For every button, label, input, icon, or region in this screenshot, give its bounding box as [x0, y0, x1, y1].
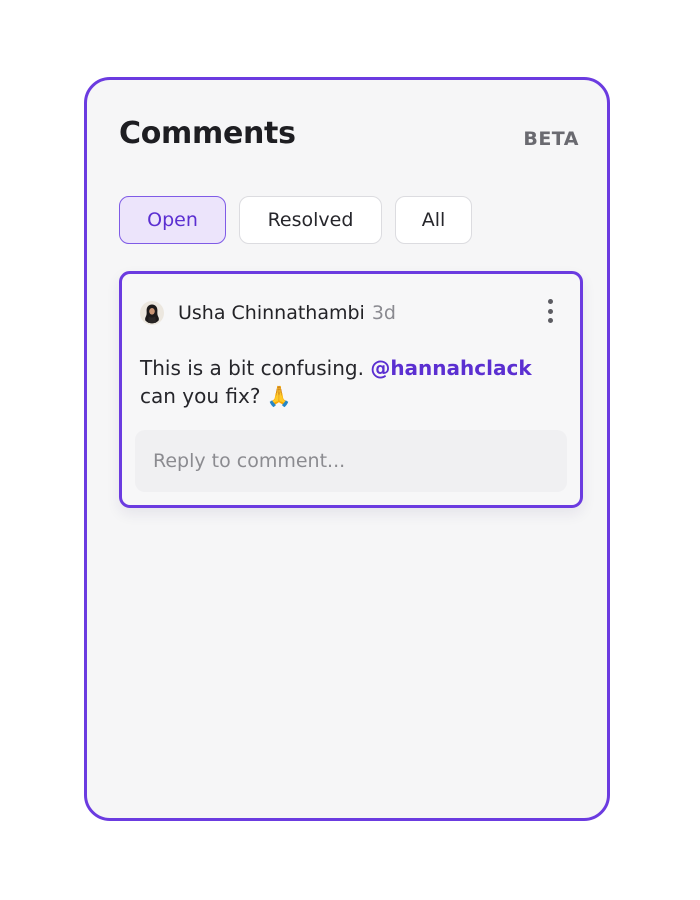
tab-resolved[interactable]: Resolved — [239, 196, 382, 244]
comment-header: Usha Chinnathambi 3d — [140, 298, 396, 328]
comment-text-part1: This is a bit confusing. — [140, 356, 371, 380]
tab-open[interactable]: Open — [119, 196, 226, 244]
avatar[interactable] — [140, 301, 164, 325]
mention-link[interactable]: @hannahclack — [370, 356, 531, 380]
filter-tabs: Open Resolved All — [119, 196, 472, 244]
praying-hands-icon: 🙏 — [266, 384, 292, 408]
comment-timestamp: 3d — [371, 302, 396, 324]
more-options-icon[interactable] — [540, 296, 560, 326]
comment-card[interactable]: Usha Chinnathambi 3d This is a bit confu… — [119, 271, 583, 508]
tab-all[interactable]: All — [395, 196, 472, 244]
comment-author[interactable]: Usha Chinnathambi — [178, 302, 365, 324]
comment-text-part2: can you fix? — [140, 384, 267, 408]
panel-title: Comments — [119, 116, 296, 151]
comments-panel: Comments BETA Open Resolved All Usha Chi… — [84, 77, 610, 821]
reply-input[interactable] — [135, 430, 567, 492]
comment-body: This is a bit confusing. @hannahclack ca… — [140, 354, 570, 410]
beta-badge: BETA — [523, 128, 579, 150]
